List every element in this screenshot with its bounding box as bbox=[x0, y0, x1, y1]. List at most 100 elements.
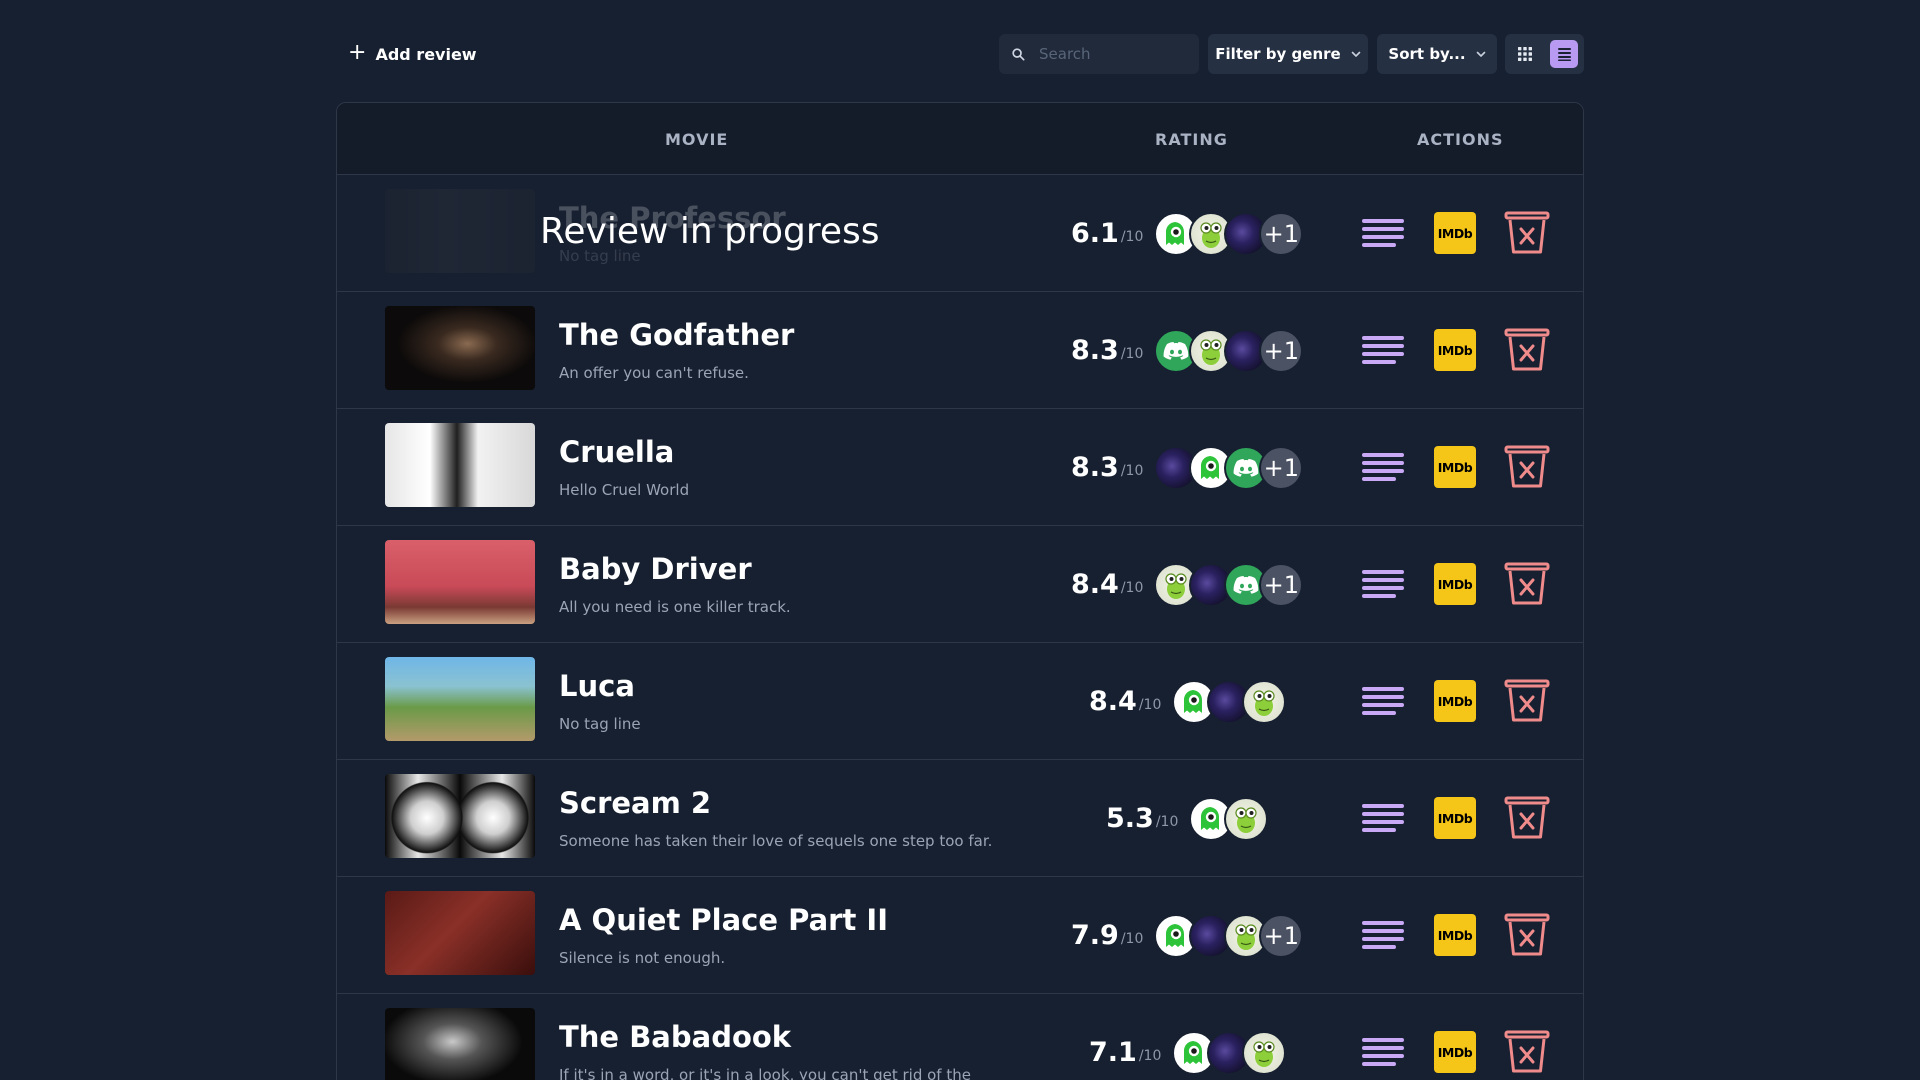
rating-cell: 7.1/10 bbox=[1089, 994, 1287, 1080]
sort-dropdown[interactable]: Sort by... bbox=[1377, 34, 1497, 74]
table-row[interactable]: Scream 2 Someone has taken their love of … bbox=[337, 760, 1583, 877]
movie-title: Scream 2 bbox=[559, 786, 712, 820]
movie-title: The Godfather bbox=[559, 318, 795, 352]
reviews-table: MOVIE RATING ACTIONS The Professor No tag… bbox=[336, 102, 1584, 1080]
table-row[interactable]: The Professor No tag line Review in progre… bbox=[337, 175, 1583, 292]
movie-title: A Quiet Place Part II bbox=[559, 903, 889, 937]
rating-cell: 8.3/10 +1 bbox=[1071, 409, 1304, 526]
review-details-icon[interactable] bbox=[1362, 334, 1404, 366]
movie-poster bbox=[385, 306, 535, 390]
movie-title: Luca bbox=[559, 669, 635, 703]
delete-icon[interactable] bbox=[1504, 211, 1550, 255]
review-details-icon[interactable] bbox=[1362, 1036, 1404, 1068]
review-details-icon[interactable] bbox=[1362, 685, 1404, 717]
reviewer-avatars: +1 bbox=[1154, 211, 1304, 256]
delete-icon[interactable] bbox=[1504, 1030, 1550, 1074]
movie-tagline: An offer you can't refuse. bbox=[559, 364, 749, 382]
chevron-down-icon bbox=[1351, 51, 1360, 57]
rating-out-of: /10 bbox=[1120, 228, 1144, 245]
movie-title: Baby Driver bbox=[559, 552, 752, 586]
imdb-link-icon[interactable]: IMDb bbox=[1434, 329, 1476, 371]
movie-tagline: If it's in a word, or it's in a look, yo… bbox=[559, 1066, 971, 1080]
rating-score: 7.1 bbox=[1089, 1037, 1137, 1068]
search-icon bbox=[1012, 47, 1025, 61]
creature-avatar-icon[interactable] bbox=[1242, 1030, 1287, 1075]
movie-tagline: No tag line bbox=[559, 715, 641, 733]
list-view-button[interactable] bbox=[1550, 40, 1578, 68]
reviewer-avatars: +1 bbox=[1154, 328, 1304, 373]
imdb-link-icon[interactable]: IMDb bbox=[1434, 797, 1476, 839]
table-row[interactable]: The Babadook If it's in a word, or it's i… bbox=[337, 994, 1583, 1080]
rating-score: 8.4 bbox=[1071, 569, 1119, 600]
delete-icon[interactable] bbox=[1504, 796, 1550, 840]
rating-out-of: /10 bbox=[1138, 1047, 1162, 1064]
table-row[interactable]: Baby Driver All you need is one killer tr… bbox=[337, 526, 1583, 643]
movie-poster bbox=[385, 540, 535, 624]
sort-label: Sort by... bbox=[1388, 45, 1466, 63]
movie-poster bbox=[385, 423, 535, 507]
rating-cell: 8.4/10 bbox=[1089, 643, 1287, 760]
table-header: MOVIE RATING ACTIONS bbox=[337, 103, 1583, 175]
movie-tagline: Silence is not enough. bbox=[559, 949, 726, 967]
search-box[interactable] bbox=[999, 34, 1199, 74]
movie-poster bbox=[385, 774, 535, 858]
delete-icon[interactable] bbox=[1504, 328, 1550, 372]
more-reviewers-badge[interactable]: +1 bbox=[1259, 211, 1304, 256]
imdb-link-icon[interactable]: IMDb bbox=[1434, 680, 1476, 722]
imdb-link-icon[interactable]: IMDb bbox=[1434, 212, 1476, 254]
rating-score: 7.9 bbox=[1071, 920, 1119, 951]
genre-filter-label: Filter by genre bbox=[1215, 45, 1341, 63]
creature-avatar-icon[interactable] bbox=[1242, 679, 1287, 724]
more-reviewers-badge[interactable]: +1 bbox=[1259, 328, 1304, 373]
header-movie: MOVIE bbox=[665, 129, 729, 149]
reviewer-avatars bbox=[1189, 796, 1269, 841]
movie-tagline: All you need is one killer track. bbox=[559, 598, 791, 616]
movie-title: The Babadook bbox=[559, 1020, 792, 1054]
reviewer-avatars: +1 bbox=[1154, 445, 1304, 490]
reviewer-avatars bbox=[1172, 679, 1287, 724]
review-details-icon[interactable] bbox=[1362, 568, 1404, 600]
delete-icon[interactable] bbox=[1504, 679, 1550, 723]
review-details-icon[interactable] bbox=[1362, 451, 1404, 483]
review-details-icon[interactable] bbox=[1362, 919, 1404, 951]
delete-icon[interactable] bbox=[1504, 562, 1550, 606]
imdb-link-icon[interactable]: IMDb bbox=[1434, 563, 1476, 605]
rating-out-of: /10 bbox=[1138, 696, 1162, 713]
review-details-icon[interactable] bbox=[1362, 802, 1404, 834]
chevron-down-icon bbox=[1476, 51, 1485, 57]
genre-filter-dropdown[interactable]: Filter by genre bbox=[1208, 34, 1368, 74]
search-input[interactable] bbox=[1039, 45, 1189, 63]
add-review-label: Add review bbox=[375, 44, 477, 64]
rating-out-of: /10 bbox=[1155, 813, 1179, 830]
movie-poster bbox=[385, 1008, 535, 1080]
table-row[interactable]: A Quiet Place Part II Silence is not enou… bbox=[337, 877, 1583, 994]
imdb-link-icon[interactable]: IMDb bbox=[1434, 914, 1476, 956]
reviewer-avatars: +1 bbox=[1154, 562, 1304, 607]
rating-score: 6.1 bbox=[1071, 218, 1119, 249]
movie-poster bbox=[385, 189, 535, 273]
table-row[interactable]: Cruella Hello Cruel World 8.3/10 +1 IMDb bbox=[337, 409, 1583, 526]
view-toggle bbox=[1505, 34, 1584, 74]
more-reviewers-badge[interactable]: +1 bbox=[1259, 913, 1304, 958]
table-body: The Professor No tag line Review in progre… bbox=[337, 175, 1583, 1080]
plus-icon: + bbox=[348, 40, 367, 65]
movie-tagline: Hello Cruel World bbox=[559, 481, 690, 499]
delete-icon[interactable] bbox=[1504, 913, 1550, 957]
delete-icon[interactable] bbox=[1504, 445, 1550, 489]
header-actions: ACTIONS bbox=[1417, 129, 1504, 149]
review-status-label: Review in progress bbox=[540, 211, 880, 252]
table-row[interactable]: Luca No tag line 8.4/10 IMDb bbox=[337, 643, 1583, 760]
grid-view-button[interactable] bbox=[1511, 40, 1539, 68]
more-reviewers-badge[interactable]: +1 bbox=[1259, 562, 1304, 607]
more-reviewers-badge[interactable]: +1 bbox=[1259, 445, 1304, 490]
imdb-link-icon[interactable]: IMDb bbox=[1434, 446, 1476, 488]
header-rating: RATING bbox=[1155, 129, 1228, 149]
imdb-link-icon[interactable]: IMDb bbox=[1434, 1031, 1476, 1073]
rating-out-of: /10 bbox=[1120, 579, 1144, 596]
add-review-button[interactable]: + Add review bbox=[348, 34, 477, 74]
rating-score: 8.3 bbox=[1071, 452, 1119, 483]
review-details-icon[interactable] bbox=[1362, 217, 1404, 249]
movie-tagline: Someone has taken their love of sequels … bbox=[559, 832, 993, 850]
table-row[interactable]: The Godfather An offer you can't refuse. 8… bbox=[337, 292, 1583, 409]
creature-avatar-icon[interactable] bbox=[1224, 796, 1269, 841]
